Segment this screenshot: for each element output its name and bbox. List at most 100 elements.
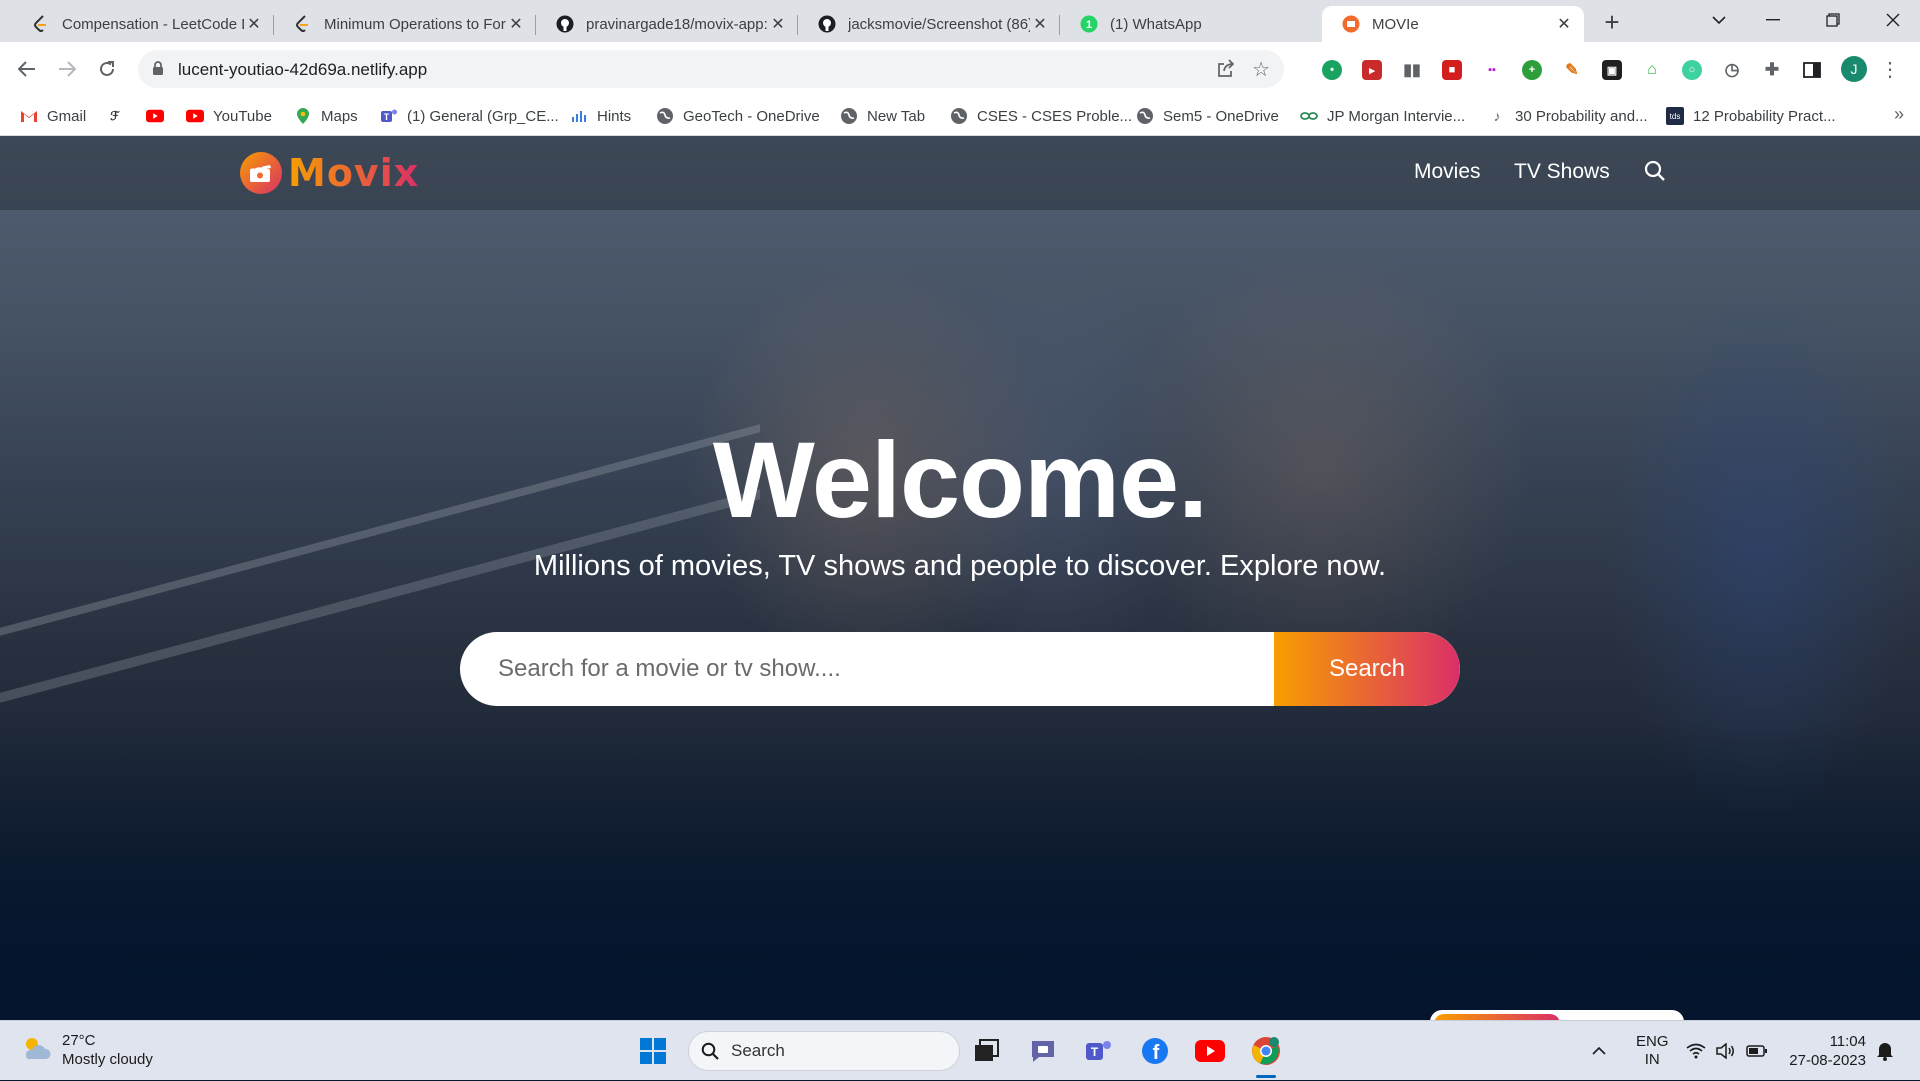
puzzle-icon[interactable]: ✚ xyxy=(1762,60,1782,80)
bookmark-probability-12[interactable]: tds 12 Probability Pract... xyxy=(1666,104,1836,128)
hero-banner: Welcome. Millions of movies, TV shows an… xyxy=(0,136,1920,1020)
menu-icon[interactable]: ⋮ xyxy=(1880,56,1900,82)
tab-title: Compensation - LeetCode D xyxy=(62,15,244,33)
bookmark-new-tab[interactable]: New Tab xyxy=(840,104,925,128)
weather-widget[interactable]: 27°C Mostly cloudy xyxy=(20,1031,153,1069)
bookmark-cses[interactable]: CSES - CSES Proble... xyxy=(950,104,1132,128)
hero-subtitle: Millions of movies, TV shows and people … xyxy=(533,550,1387,582)
taskbar-search[interactable]: Search xyxy=(688,1031,960,1071)
share-icon[interactable] xyxy=(1216,59,1236,82)
facebook-icon[interactable]: f xyxy=(1138,1034,1172,1068)
extension-icon[interactable]: • xyxy=(1322,60,1342,80)
extension-icon[interactable]: ▮▮ xyxy=(1402,60,1422,80)
bookmark-youtube-short[interactable] xyxy=(146,104,173,128)
tab-title: MOVIe xyxy=(1372,15,1419,33)
cloud-sun-icon xyxy=(20,1035,52,1066)
tds-icon: tds xyxy=(1666,107,1684,125)
close-icon[interactable]: ✕ xyxy=(506,14,526,34)
bookmarks-bar: Gmail ℱ YouTube Maps T (1) General (Grp_… xyxy=(0,96,1920,136)
globe-icon xyxy=(840,107,858,125)
show-hidden-icons[interactable] xyxy=(1592,1021,1606,1081)
battery-icon[interactable] xyxy=(1746,1021,1768,1081)
clock-time: 11:04 xyxy=(1829,1033,1866,1050)
svg-text:1: 1 xyxy=(1086,19,1092,31)
notification-bell-icon[interactable] xyxy=(1876,1021,1894,1081)
side-panel-icon[interactable] xyxy=(1802,60,1822,80)
bookmark-gmail[interactable]: Gmail xyxy=(20,104,86,128)
bookmark-jp-morgan[interactable]: JP Morgan Intervie... xyxy=(1300,104,1465,128)
star-icon[interactable]: ☆ xyxy=(1252,57,1270,82)
section-switch-tabs[interactable] xyxy=(1430,1010,1684,1020)
bookmark-geotech-onedrive[interactable]: GeoTech - OneDrive xyxy=(656,104,820,128)
restore-button[interactable] xyxy=(1806,0,1860,40)
tab-search-chevron-icon[interactable] xyxy=(1692,0,1746,40)
forward-button[interactable] xyxy=(52,54,82,84)
volume-icon[interactable] xyxy=(1716,1021,1736,1081)
lock-icon xyxy=(152,61,164,81)
youtube-icon xyxy=(146,107,164,125)
svg-text:T: T xyxy=(384,112,390,122)
tab-whatsapp[interactable]: 1 (1) WhatsApp xyxy=(1060,6,1322,42)
history-icon[interactable]: ◷ xyxy=(1722,60,1742,80)
profile-avatar[interactable]: J xyxy=(1841,56,1867,82)
link-icon xyxy=(1300,107,1318,125)
reload-button[interactable] xyxy=(92,54,122,84)
extension-icon[interactable]: ▣ xyxy=(1602,60,1622,80)
back-button[interactable] xyxy=(12,54,42,84)
tab-leetcode-minimum-operations[interactable]: Minimum Operations to For ✕ xyxy=(274,6,536,42)
clock-date: 27-08-2023 xyxy=(1789,1052,1866,1069)
bookmark-hints[interactable]: Hints xyxy=(570,104,631,128)
bookmark-maps[interactable]: Maps xyxy=(294,104,358,128)
bookmark-icon: ℱ xyxy=(110,109,120,123)
search-button[interactable]: Search xyxy=(1274,632,1460,706)
movix-icon xyxy=(1342,15,1360,33)
github-icon xyxy=(818,15,836,33)
new-tab-button[interactable]: + xyxy=(1598,7,1626,37)
extension-icon[interactable]: ○ xyxy=(1682,60,1702,80)
extension-icon[interactable]: + xyxy=(1522,60,1542,80)
search-input[interactable] xyxy=(460,632,1274,706)
browser-toolbar: lucent-youtiao-42d69a.netlify.app ☆ • ▸ … xyxy=(0,42,1920,96)
minimize-button[interactable] xyxy=(1746,0,1800,40)
task-view-icon[interactable] xyxy=(970,1034,1004,1068)
clock[interactable]: 11:04 27-08-2023 xyxy=(1786,1021,1866,1081)
extension-icon[interactable]: ⌂ xyxy=(1642,60,1662,80)
movix-page: Movix Movies TV Shows Welcome. Millions … xyxy=(0,136,1920,1020)
extension-icon[interactable]: ✎ xyxy=(1562,60,1582,80)
svg-text:T: T xyxy=(1091,1045,1099,1059)
youtube-icon[interactable] xyxy=(1193,1034,1227,1068)
bookmarks-overflow-button[interactable]: » xyxy=(1894,104,1904,125)
extension-icon[interactable]: ▪▪ xyxy=(1482,60,1502,80)
tab-title: pravinargade18/movix-app: xyxy=(586,15,768,33)
tab-movix[interactable]: MOVIe ✕ xyxy=(1322,6,1584,42)
language-indicator[interactable]: ENG IN xyxy=(1636,1021,1669,1081)
windows-taskbar: 27°C Mostly cloudy Search T f ENG IN 11:… xyxy=(0,1020,1920,1080)
tab-leetcode-compensation[interactable]: Compensation - LeetCode D ✕ xyxy=(12,6,274,42)
address-bar[interactable]: lucent-youtiao-42d69a.netlify.app ☆ xyxy=(138,50,1284,88)
close-icon[interactable]: ✕ xyxy=(1554,14,1574,34)
teams-icon[interactable]: T xyxy=(1082,1034,1116,1068)
bookmark-youtube[interactable]: YouTube xyxy=(186,104,272,128)
extension-icon[interactable]: ■ xyxy=(1442,60,1462,80)
weather-description: Mostly cloudy xyxy=(62,1051,153,1068)
bookmark-teams-general[interactable]: T (1) General (Grp_CE... xyxy=(380,104,559,128)
hints-icon xyxy=(570,107,588,125)
close-icon[interactable]: ✕ xyxy=(768,14,788,34)
wifi-icon[interactable] xyxy=(1686,1021,1706,1081)
teams-chat-icon[interactable] xyxy=(1026,1034,1060,1068)
hero-title: Welcome. xyxy=(712,419,1208,540)
bookmark-probability-30[interactable]: ♪ 30 Probability and... xyxy=(1488,104,1648,128)
tab-github-movix-app[interactable]: pravinargade18/movix-app: ✕ xyxy=(536,6,798,42)
youtube-icon xyxy=(186,107,204,125)
windows-start-icon[interactable] xyxy=(636,1034,670,1068)
bookmark-unnamed[interactable]: ℱ xyxy=(106,104,133,128)
extension-icon[interactable]: ▸ xyxy=(1362,60,1382,80)
url-text[interactable]: lucent-youtiao-42d69a.netlify.app xyxy=(178,60,427,80)
close-icon[interactable]: ✕ xyxy=(1030,14,1050,34)
close-window-button[interactable] xyxy=(1866,0,1920,40)
chrome-icon[interactable] xyxy=(1249,1034,1283,1068)
tab-github-screenshot[interactable]: jacksmovie/Screenshot (86) ✕ xyxy=(798,6,1060,42)
close-icon[interactable]: ✕ xyxy=(244,14,264,34)
teams-icon: T xyxy=(380,107,398,125)
bookmark-sem5-onedrive[interactable]: Sem5 - OneDrive xyxy=(1136,104,1279,128)
